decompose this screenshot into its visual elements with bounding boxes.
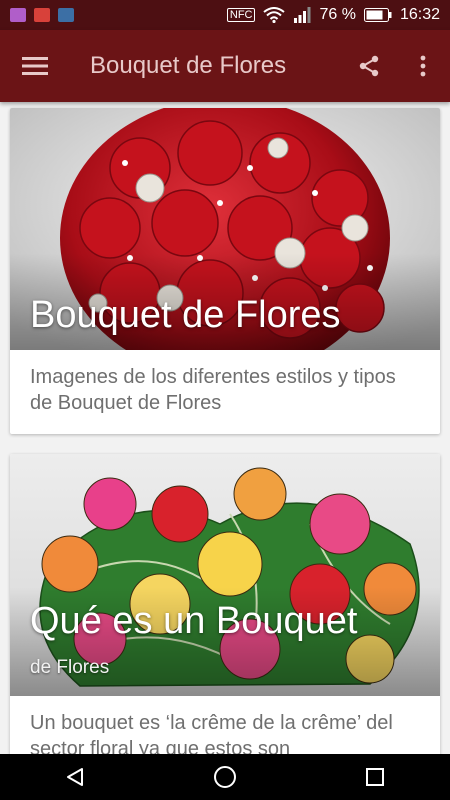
card-title: Qué es un Bouquet — [30, 600, 358, 642]
home-icon — [214, 766, 236, 788]
status-bar: NFC 76 % 16:32 — [0, 0, 450, 30]
notification-icons — [10, 8, 74, 22]
menu-button[interactable] — [0, 30, 70, 102]
mail-notification-icon — [34, 8, 50, 22]
app-title: Bouquet de Flores — [90, 52, 287, 79]
wifi-icon — [263, 7, 286, 23]
back-button[interactable] — [45, 754, 105, 800]
overflow-menu-button[interactable] — [396, 30, 450, 102]
card-description: Imagenes de los diferentes estilos y tip… — [30, 366, 396, 414]
recents-icon — [366, 768, 384, 786]
card-subtitle: de Flores — [30, 657, 110, 678]
share-button[interactable] — [342, 30, 396, 102]
share-icon — [359, 55, 379, 77]
app-bar: Bouquet de Flores — [0, 30, 450, 102]
menu-icon — [22, 57, 48, 75]
card-image: Qué es un Bouquet de Flores — [10, 454, 440, 696]
nfc-icon: NFC — [226, 8, 256, 22]
card-title: Bouquet de Flores — [30, 294, 341, 336]
battery-percent: 76 % — [319, 6, 356, 23]
battery-icon — [363, 8, 392, 22]
recents-button[interactable] — [345, 754, 405, 800]
signal-icon — [294, 7, 311, 23]
image-notification-icon — [58, 8, 74, 22]
more-vert-icon — [420, 55, 426, 77]
home-button[interactable] — [195, 754, 255, 800]
back-icon — [67, 768, 83, 786]
card-que-es-un-bouquet[interactable]: Qué es un Bouquet de Flores Un bouquet e… — [10, 454, 440, 754]
clock: 16:32 — [399, 6, 440, 23]
gallery-notification-icon — [10, 8, 26, 22]
card-description: Un bouquet es ‘la crême de la crême’ del… — [30, 712, 393, 754]
system-navigation-bar — [0, 754, 450, 800]
card-image: Bouquet de Flores — [10, 108, 440, 350]
system-icons: NFC 76 % 16:32 — [226, 6, 440, 24]
card-bouquet-de-flores[interactable]: Bouquet de Flores Imagenes de los difere… — [10, 108, 440, 434]
card-list[interactable]: Bouquet de Flores Imagenes de los difere… — [0, 102, 450, 754]
